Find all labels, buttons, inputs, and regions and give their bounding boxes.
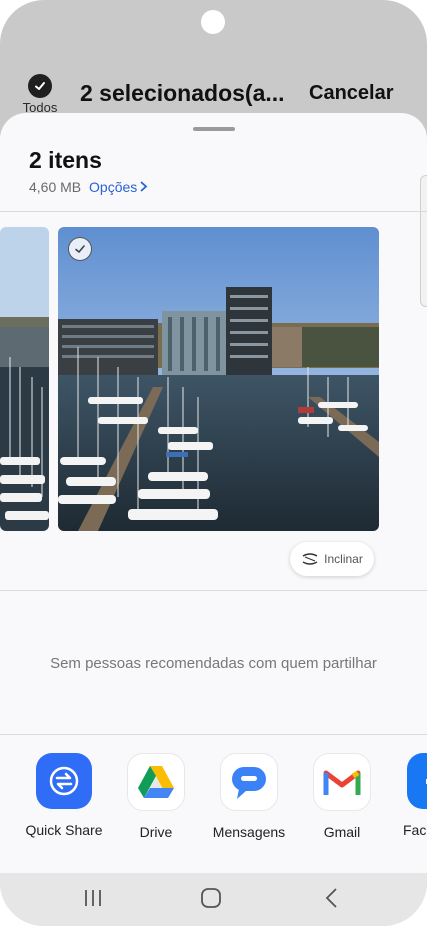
app-drive[interactable]: Drive	[111, 753, 201, 840]
app-label: Gmail	[323, 824, 361, 840]
navigation-bar	[0, 873, 427, 926]
select-all-toggle[interactable]: Todos	[18, 74, 62, 115]
messages-icon	[220, 753, 278, 811]
options-link[interactable]: Opções	[89, 179, 148, 195]
app-messages[interactable]: Mensagens	[204, 753, 294, 840]
app-label: Drive	[139, 824, 173, 840]
divider	[0, 211, 427, 212]
photo-thumbnail[interactable]	[0, 227, 49, 531]
phone-screen: Todos 2 selecionados(a... Cancelar 2 ite…	[0, 0, 427, 926]
back-button[interactable]	[322, 887, 342, 914]
check-icon	[28, 74, 52, 98]
front-camera	[201, 10, 225, 34]
home-button[interactable]	[200, 887, 222, 914]
share-sheet: 2 itens 4,60 MB Opções Inclinar Sem pess…	[0, 113, 427, 873]
edge-panel-handle[interactable]	[420, 175, 427, 307]
home-icon	[201, 888, 221, 908]
divider	[0, 590, 427, 591]
item-count: 2 itens	[29, 147, 102, 173]
size-row: 4,60 MB Opções	[29, 179, 148, 195]
total-size: 4,60 MB	[29, 179, 82, 195]
incline-label: Inclinar	[324, 552, 363, 566]
recent-apps-button[interactable]	[82, 887, 104, 914]
app-gmail[interactable]: Gmail	[297, 753, 387, 840]
back-icon	[325, 888, 337, 908]
app-quick-share[interactable]: Quick Share	[19, 753, 109, 838]
chevron-right-icon	[140, 181, 148, 192]
divider	[0, 734, 427, 735]
no-people-message: Sem pessoas recomendadas com quem partil…	[50, 655, 377, 672]
cancel-button[interactable]: Cancelar	[309, 82, 394, 105]
options-label: Opções	[89, 179, 138, 195]
share-apps-row: Quick Share Drive Mensagens Gmail Fac	[0, 753, 427, 853]
google-drive-icon	[127, 753, 185, 811]
gmail-icon	[313, 753, 371, 811]
tilt-icon	[302, 553, 318, 565]
recents-icon	[85, 890, 101, 906]
facebook-icon	[407, 753, 427, 809]
incline-button[interactable]: Inclinar	[290, 542, 374, 576]
quick-share-icon	[36, 753, 92, 809]
selection-toolbar: Todos 2 selecionados(a... Cancelar	[0, 70, 427, 115]
app-label: Quick Share	[25, 822, 103, 838]
photo-thumbnail-selected[interactable]	[58, 227, 379, 531]
selection-title: 2 selecionados(a...	[80, 80, 285, 106]
app-label: Mensagens	[212, 824, 286, 840]
app-facebook[interactable]: Fac	[390, 753, 427, 838]
selection-check-icon[interactable]	[68, 237, 92, 261]
drag-handle[interactable]	[193, 127, 235, 131]
app-label: Fac	[403, 822, 427, 838]
